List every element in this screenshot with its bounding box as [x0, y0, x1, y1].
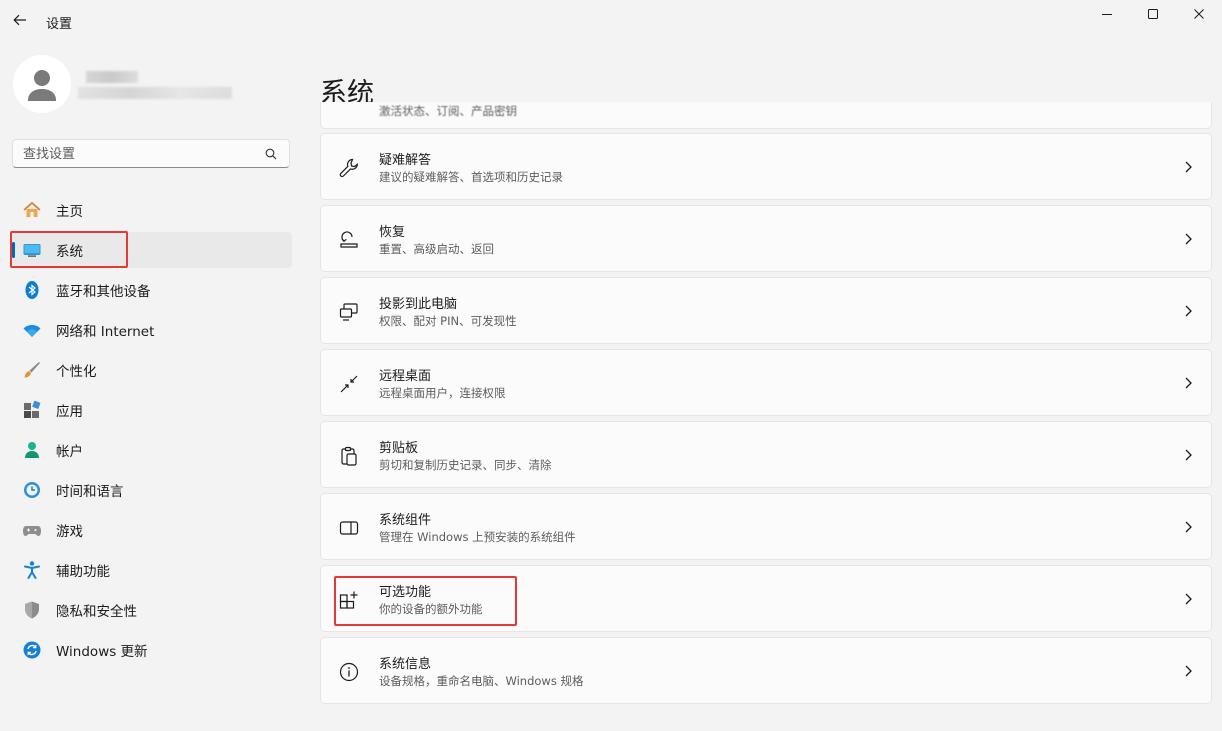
sidebar-item-bluetooth[interactable]: 蓝牙和其他设备 [12, 272, 292, 308]
card-subtitle: 重置、高级启动、返回 [379, 242, 494, 256]
chevron-right-icon [1185, 161, 1192, 173]
settings-card-clipboard[interactable]: 剪贴板 剪切和复制历史记录、同步、清除 [320, 421, 1212, 488]
back-button[interactable] [10, 10, 30, 30]
card-subtitle: 设备规格，重命名电脑、Windows 规格 [379, 674, 584, 688]
settings-card-optional-features[interactable]: 可选功能 你的设备的额外功能 [320, 565, 1212, 632]
account-name-blurred [86, 71, 138, 83]
wrench-icon [338, 157, 360, 179]
card-title: 疑难解答 [379, 153, 432, 168]
search-icon [265, 148, 277, 160]
optional-features-icon [338, 589, 360, 611]
title-bar: 设置 [0, 0, 1222, 40]
user-avatar-icon [28, 70, 56, 101]
maximize-button[interactable] [1130, 0, 1176, 28]
settings-card-system-components[interactable]: 系统组件 管理在 Windows 上预安装的系统组件 [320, 493, 1212, 560]
shield-icon [22, 600, 42, 620]
card-title: 剪贴板 [379, 441, 419, 456]
search-input[interactable] [23, 144, 258, 164]
user-avatar[interactable] [13, 55, 71, 113]
card-subtitle: 权限、配对 PIN、可发现性 [379, 314, 517, 328]
chevron-right-icon [1185, 593, 1192, 605]
settings-card-recovery[interactable]: 恢复 重置、高级启动、返回 [320, 205, 1212, 272]
card-title: 恢复 [379, 225, 406, 240]
settings-card-troubleshoot[interactable]: 疑难解答 建议的疑难解答、首选项和历史记录 [320, 133, 1212, 200]
maximize-icon [1148, 9, 1158, 19]
project-to-pc-icon [338, 301, 360, 323]
search-box[interactable] [12, 139, 290, 168]
remote-desktop-icon [338, 373, 360, 395]
account-icon [22, 440, 42, 460]
back-arrow-icon [13, 14, 26, 26]
sidebar-item-system[interactable]: 系统 [12, 232, 292, 268]
clipboard-icon [338, 445, 360, 467]
sidebar-item-time-language[interactable]: 时间和语言 [12, 472, 292, 508]
chevron-right-icon [1185, 449, 1192, 461]
card-subtitle: 激活状态、订阅、产品密钥 [379, 104, 517, 118]
sidebar-item-accounts[interactable]: 帐户 [12, 432, 292, 468]
account-email-blurred [78, 87, 232, 99]
sidebar-nav: 主页 系统 蓝牙和其他设备 网络和 Internet 个性化 应用 帐户 时间和… [12, 192, 292, 672]
bluetooth-icon [22, 280, 42, 300]
card-subtitle: 剪切和复制历史记录、同步、清除 [379, 458, 552, 472]
sidebar-item-accessibility[interactable]: 辅助功能 [12, 552, 292, 588]
card-subtitle: 远程桌面用户，连接权限 [379, 386, 506, 400]
card-title: 投影到此电脑 [379, 297, 458, 312]
minimize-button[interactable] [1084, 0, 1130, 28]
sidebar-item-apps[interactable]: 应用 [12, 392, 292, 428]
card-title: 可选功能 [379, 585, 432, 600]
chevron-right-icon [1185, 665, 1192, 677]
accessibility-icon [22, 560, 42, 580]
settings-card-activation-partial[interactable]: 激活状态、订阅、产品密钥 [320, 102, 1212, 129]
apps-icon [22, 400, 42, 420]
sidebar-item-privacy-security[interactable]: 隐私和安全性 [12, 592, 292, 628]
gamepad-icon [22, 520, 42, 540]
app-title: 设置 [46, 17, 73, 32]
close-icon [1194, 9, 1204, 19]
sidebar-item-windows-update[interactable]: Windows 更新 [12, 632, 292, 668]
minimize-icon [1102, 14, 1112, 15]
settings-card-about[interactable]: 系统信息 设备规格，重命名电脑、Windows 规格 [320, 637, 1212, 704]
chevron-right-icon [1185, 521, 1192, 533]
system-components-icon [338, 517, 360, 539]
sidebar-item-personalization[interactable]: 个性化 [12, 352, 292, 388]
recovery-icon [338, 229, 360, 251]
card-title: 远程桌面 [379, 369, 432, 384]
window-controls [1084, 0, 1222, 28]
brush-icon [22, 360, 42, 380]
card-title: 系统信息 [379, 657, 432, 672]
settings-card-remote-desktop[interactable]: 远程桌面 远程桌面用户，连接权限 [320, 349, 1212, 416]
chevron-right-icon [1185, 233, 1192, 245]
sidebar-item-network[interactable]: 网络和 Internet [12, 312, 292, 348]
settings-card-project-to-pc[interactable]: 投影到此电脑 权限、配对 PIN、可发现性 [320, 277, 1212, 344]
sidebar-item-gaming[interactable]: 游戏 [12, 512, 292, 548]
system-display-icon [22, 240, 42, 260]
chevron-right-icon [1185, 377, 1192, 389]
windows-update-icon [22, 640, 42, 660]
time-language-icon [22, 480, 42, 500]
close-button[interactable] [1176, 0, 1222, 28]
info-icon [338, 661, 360, 683]
settings-list: 激活状态、订阅、产品密钥 疑难解答 建议的疑难解答、首选项和历史记录 恢复 重置… [320, 102, 1212, 731]
home-icon [22, 200, 42, 220]
card-subtitle: 管理在 Windows 上预安装的系统组件 [379, 530, 576, 544]
card-title: 系统组件 [379, 513, 432, 528]
card-subtitle: 建议的疑难解答、首选项和历史记录 [379, 170, 563, 184]
wifi-icon [22, 320, 42, 340]
card-subtitle: 你的设备的额外功能 [379, 602, 483, 616]
sidebar-item-home[interactable]: 主页 [12, 192, 292, 228]
chevron-right-icon [1185, 305, 1192, 317]
